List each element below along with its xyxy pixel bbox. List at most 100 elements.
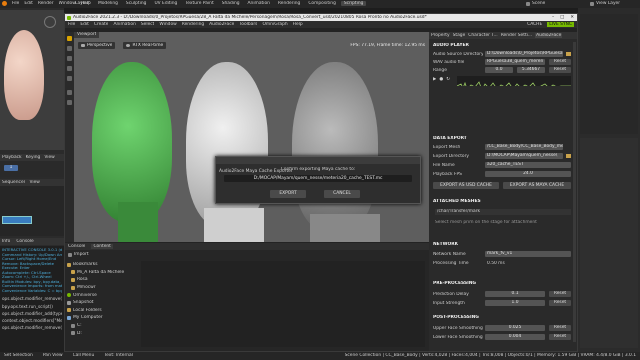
tab-modeling[interactable]: Modeling bbox=[95, 1, 121, 6]
cache-indicator[interactable]: CACHE bbox=[527, 22, 542, 27]
export-usd-cache-button[interactable]: EXPORT AS USD CACHE bbox=[433, 182, 499, 189]
tree-item[interactable]: D: bbox=[67, 329, 137, 337]
tree-item[interactable]: Bookmarks bbox=[67, 261, 137, 269]
tab-console[interactable]: Console bbox=[68, 244, 85, 249]
a2f-menu-omnigraph[interactable]: OmniGraph bbox=[262, 22, 287, 27]
play-button-icon[interactable]: ▶ bbox=[433, 77, 436, 82]
network-header[interactable]: NETWORK bbox=[433, 242, 458, 247]
pre-processing-header[interactable]: PRE-PROCESSING bbox=[433, 281, 476, 286]
network-name-select[interactable]: mark_fv_v1 bbox=[485, 251, 571, 257]
tab-audio2face[interactable]: Audio2Face bbox=[535, 32, 563, 39]
export-dir-field[interactable]: D:\MOCAP\Mayam\quem_nesse\ bbox=[485, 153, 563, 159]
tab-animation[interactable]: Animation bbox=[245, 1, 273, 6]
a2f-menu-select[interactable]: Select bbox=[141, 22, 155, 27]
tab-scripting[interactable]: Scripting bbox=[340, 1, 367, 7]
close-icon[interactable]: ✕ bbox=[567, 15, 577, 20]
play-icon[interactable] bbox=[67, 90, 72, 95]
navigation-gizmo-icon[interactable] bbox=[44, 16, 56, 28]
tab-compositing[interactable]: Compositing bbox=[305, 1, 339, 6]
rtx-mode-button[interactable]: RTX Real-time bbox=[123, 42, 167, 50]
a2f-menu-rendering[interactable]: Rendering bbox=[182, 22, 204, 27]
sequencer-area[interactable] bbox=[0, 186, 64, 236]
a2f-menu-window[interactable]: Window bbox=[159, 22, 176, 27]
a2f-menu-animation[interactable]: Animation bbox=[113, 22, 135, 27]
rotate-tool-icon[interactable] bbox=[67, 56, 72, 61]
playback-fps-field[interactable]: 24.0 bbox=[485, 171, 571, 177]
blender-3d-viewport[interactable] bbox=[0, 10, 64, 150]
snap-tool-icon[interactable] bbox=[67, 76, 72, 81]
a2f-menu-audio2face[interactable]: Audio2Face bbox=[209, 22, 234, 27]
folder-browse-icon[interactable] bbox=[566, 52, 571, 56]
tree-item[interactable]: C: bbox=[67, 322, 137, 330]
green-head-model[interactable] bbox=[92, 62, 172, 222]
wav-reset-button[interactable]: Reset bbox=[549, 59, 571, 65]
tree-item[interactable]: Mi_A Falta da Michele bbox=[67, 269, 137, 277]
upper-face-smoothing-slider[interactable]: 0.025 bbox=[485, 325, 545, 331]
panel-scrollbar[interactable] bbox=[573, 42, 576, 342]
tree-item[interactable]: My Computer bbox=[67, 314, 137, 322]
scene-selector[interactable]: Scene bbox=[526, 1, 545, 6]
menu-edit[interactable]: Edit bbox=[24, 1, 33, 6]
lower-face-smoothing-reset[interactable]: Reset bbox=[549, 334, 571, 340]
data-export-header[interactable]: DATA EXPORT bbox=[433, 136, 467, 141]
import-button[interactable]: Import bbox=[68, 252, 89, 257]
attached-meshes-header[interactable]: ATTACHED MESHES bbox=[433, 199, 481, 204]
view-layer-selector[interactable]: View Layer bbox=[590, 1, 620, 6]
a2f-menu-create[interactable]: Create bbox=[94, 22, 109, 27]
tree-item[interactable]: Snapshot bbox=[67, 299, 137, 307]
timeline-area[interactable]: 1 bbox=[0, 161, 64, 177]
tree-item[interactable]: Omniverse bbox=[67, 291, 137, 299]
loop-button-icon[interactable]: ↻ bbox=[446, 77, 450, 82]
a2f-menu-edit[interactable]: Edit bbox=[80, 22, 89, 27]
tab-property[interactable]: Property bbox=[431, 33, 450, 38]
current-frame-field[interactable]: 1 bbox=[4, 165, 18, 171]
tab-shading[interactable]: Shading bbox=[219, 1, 243, 6]
tab-uv-editing[interactable]: UV Editing bbox=[151, 1, 180, 6]
audio-source-field[interactable]: D:\Downloads\0_Projetos\RPGuesa\ bbox=[485, 51, 563, 57]
export-button[interactable]: EXPORT bbox=[270, 190, 306, 198]
tab-character-transfer[interactable]: Character T... bbox=[468, 33, 497, 38]
info-tab[interactable]: Info bbox=[2, 239, 10, 244]
tab-render-settings[interactable]: Render Setti... bbox=[501, 33, 532, 38]
input-strength-reset[interactable]: Reset bbox=[549, 300, 571, 306]
audio-waveform[interactable] bbox=[457, 76, 571, 86]
tab-rendering[interactable]: Rendering bbox=[275, 1, 303, 6]
menu-file[interactable]: File bbox=[12, 1, 19, 6]
view-menu[interactable]: View bbox=[44, 155, 54, 160]
pause-icon[interactable] bbox=[67, 100, 72, 105]
cancel-button[interactable]: CANCEL bbox=[324, 190, 360, 198]
tab-sculpting[interactable]: Sculpting bbox=[123, 1, 150, 6]
sequencer-view-menu[interactable]: View bbox=[29, 180, 39, 185]
sequencer-strip[interactable] bbox=[2, 216, 32, 224]
scale-tool-icon[interactable] bbox=[67, 66, 72, 71]
playback-menu[interactable]: Playback bbox=[2, 155, 22, 160]
maximize-icon[interactable]: □ bbox=[557, 15, 567, 20]
audio-player-header[interactable]: AUDIO PLAYER bbox=[433, 43, 469, 48]
prediction-delay-reset[interactable]: Reset bbox=[549, 291, 571, 297]
content-file-grid[interactable] bbox=[141, 261, 425, 347]
export-dir-browse-icon[interactable] bbox=[566, 154, 571, 158]
tab-content[interactable]: Content bbox=[91, 243, 113, 250]
input-strength-slider[interactable]: 1.0 bbox=[485, 300, 545, 306]
record-button-icon[interactable]: ● bbox=[439, 77, 443, 82]
minimize-icon[interactable]: – bbox=[549, 15, 557, 20]
range-end-field[interactable]: 5.34667 bbox=[517, 67, 545, 73]
move-tool-icon[interactable] bbox=[67, 46, 72, 51]
tab-stage[interactable]: Stage bbox=[453, 33, 466, 38]
properties-panel[interactable] bbox=[580, 138, 638, 348]
tree-item[interactable]: Mmocwr bbox=[67, 284, 137, 292]
export-mesh-field[interactable]: /CC_Base_Body/CC_Base_Body_mes bbox=[485, 144, 563, 150]
a2f-viewport[interactable]: Viewport Perspective RTX Real-time FPS: … bbox=[74, 32, 429, 242]
post-processing-header[interactable]: POST-PROCESSING bbox=[433, 315, 479, 320]
grey-head-model[interactable] bbox=[292, 62, 378, 232]
menu-render[interactable]: Render bbox=[38, 1, 54, 6]
sequencer-label[interactable]: Sequencer bbox=[2, 180, 25, 185]
wav-file-select[interactable]: RPGuesa38_quem_meren bbox=[485, 59, 545, 65]
live-sync-indicator[interactable]: LIVE SYNC bbox=[547, 21, 574, 28]
prediction-delay-slider[interactable]: 0.1 bbox=[485, 291, 545, 297]
tab-layout[interactable]: Layout bbox=[72, 1, 93, 6]
range-reset-button[interactable]: Reset bbox=[549, 67, 571, 73]
upper-face-smoothing-reset[interactable]: Reset bbox=[549, 325, 571, 331]
export-maya-cache-button[interactable]: EXPORT AS MAYA CACHE bbox=[503, 182, 571, 189]
dialog-path-field[interactable]: D:/MOCAP/Mayam/quem_nesse/meteria20_cach… bbox=[224, 175, 412, 182]
